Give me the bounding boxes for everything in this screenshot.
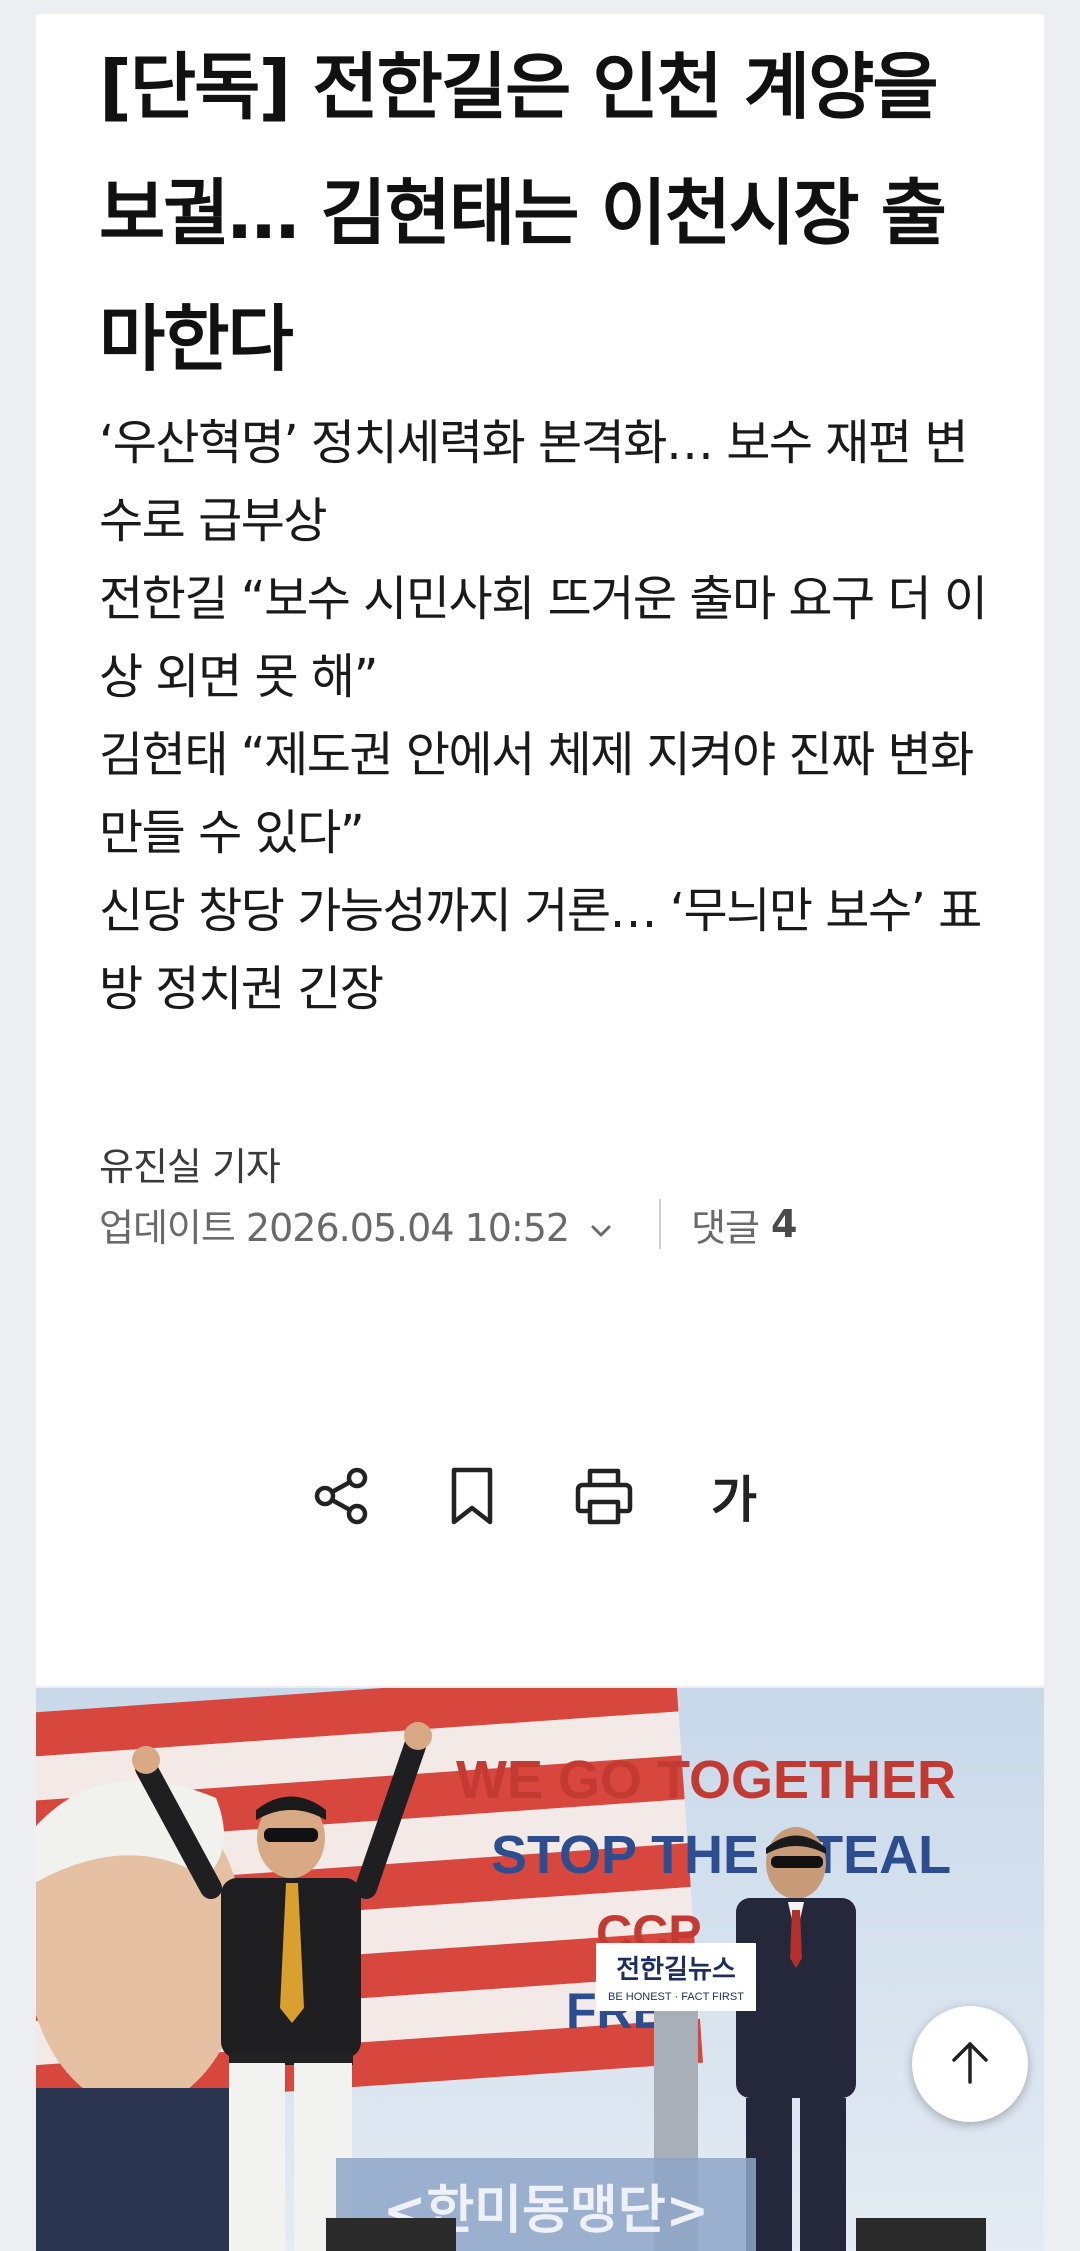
article-meta: 업데이트 2026.05.04 10:52 댓글 4	[99, 1196, 797, 1252]
update-timestamp-toggle[interactable]: 업데이트 2026.05.04 10:52	[99, 1197, 615, 1252]
chevron-down-icon	[587, 1210, 615, 1238]
bookmark-icon	[444, 1465, 500, 1527]
scroll-to-top-button[interactable]	[912, 2006, 1028, 2122]
subhead-item: 전한길 “보수 시민사회 뜨거운 출마 요구 더 이상 외면 못 해”	[99, 571, 988, 705]
subhead-item: 신당 창당 가능성까지 거론… ‘무늬만 보수’ 표방 정치권 긴장	[99, 883, 982, 1017]
bookmark-button[interactable]	[436, 1460, 508, 1532]
share-button[interactable]	[306, 1460, 378, 1532]
podium-logo: 전한길뉴스	[616, 1955, 736, 1985]
subhead-item: 김현태 “제도권 안에서 체제 지켜야 진짜 변화 만들 수 있다”	[99, 727, 974, 861]
photo-banner-line2: STOP THE STEAL	[491, 1825, 951, 1885]
author-name[interactable]: 유진실 기자	[99, 1136, 281, 1191]
arrow-up-icon	[944, 2036, 996, 2092]
article-subheads: ‘우산혁명’ 정치세력화 본격화… 보수 재편 변수로 급부상 전한길 “보수 …	[99, 404, 999, 1028]
article-toolbar: 가	[300, 1460, 780, 1532]
font-size-button[interactable]: 가	[698, 1460, 770, 1532]
photo-banner-line1: WE GO TOGETHER	[456, 1750, 956, 1810]
share-icon	[311, 1465, 373, 1527]
comments-link[interactable]: 댓글 4	[691, 1197, 797, 1252]
update-timestamp: 업데이트 2026.05.04 10:52	[99, 1205, 570, 1250]
subhead-item: ‘우산혁명’ 정치세력화 본격화… 보수 재편 변수로 급부상	[99, 415, 969, 549]
article-headline: [단독] 전한길은 인천 계양을 보궐… 김현태는 이천시장 출마한다	[99, 45, 947, 381]
print-button[interactable]	[568, 1460, 640, 1532]
comments-label: 댓글	[691, 1205, 760, 1250]
article-page: [단독] 전한길은 인천 계양을 보궐… 김현태는 이천시장 출마한다 ‘우산혁…	[0, 0, 1080, 2251]
article-photo[interactable]: WE GO TOGETHER STOP THE STEAL CCP FREE	[36, 1688, 1044, 2251]
podium-slogan: BE HONEST · FACT FIRST	[608, 1991, 744, 2003]
comments-count: 4	[771, 1202, 797, 1246]
meta-divider	[659, 1199, 662, 1249]
print-icon	[573, 1465, 635, 1527]
